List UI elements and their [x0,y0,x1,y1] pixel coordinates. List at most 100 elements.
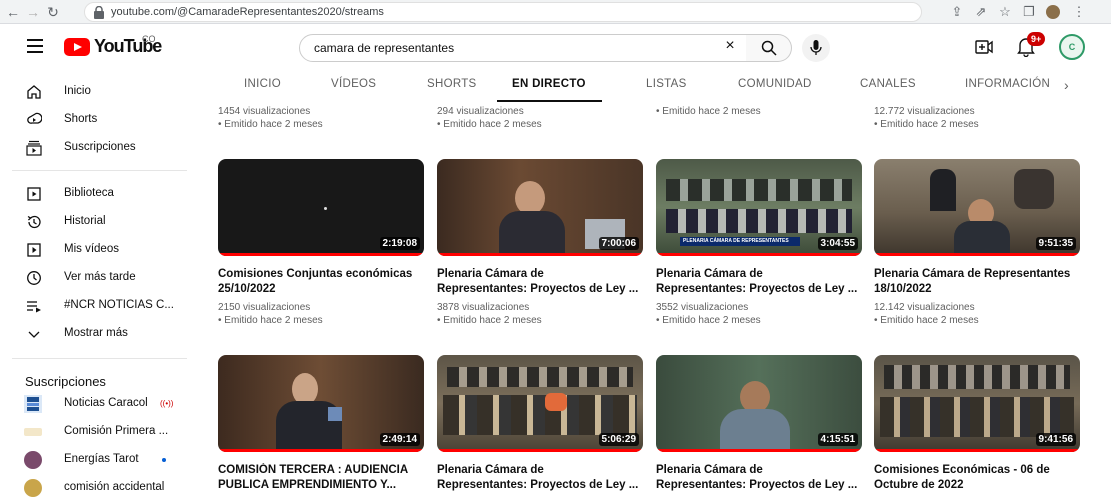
video-title[interactable]: Plenaria Cámara de Representantes: Proyec… [656,463,866,493]
account-avatar[interactable]: C [1059,34,1085,60]
sidebar-item-shorts[interactable]: Shorts [0,106,190,134]
watch-progress-bar [437,253,643,256]
reload-icon[interactable]: ↻ [44,3,62,21]
video-title[interactable]: COMISIÓN TERCERA : AUDIENCIA PUBLICA EMPR… [218,463,428,493]
video-thumbnail[interactable]: 9:41:56 [874,355,1080,452]
profile-icon[interactable] [1044,3,1062,21]
video-date: • Emitido hace 2 meses [437,315,542,326]
library-icon [27,187,41,201]
video-duration: 3:04:55 [817,237,858,250]
video-duration: 9:51:35 [1035,237,1076,250]
sidebar-item-label: Inicio [64,85,91,97]
video-thumbnail[interactable]: 9:51:35 [874,159,1080,256]
video-thumbnail[interactable]: 4:15:51 [656,355,862,452]
video-thumbnail[interactable]: 2:49:14 [218,355,424,452]
sidebar-item-show-more[interactable]: Mostrar más [0,320,190,348]
address-bar[interactable]: youtube.com/@CamaradeRepresentantes2020/… [84,2,922,22]
video-title[interactable]: Plenaria Cámara de Representantes: Proyec… [656,267,866,297]
sidebar-item-home[interactable]: Inicio [0,78,190,106]
sidebar-item-label: Comisión Primera ... [64,425,169,437]
tab-search-icon[interactable]: ❐ [1020,3,1038,21]
create-video-icon[interactable] [975,40,993,54]
watch-progress-bar [874,253,1080,256]
tab-inicio[interactable]: INICIO [244,78,281,90]
subscription-item[interactable]: Energías Tarot [0,446,190,474]
video-thumbnail[interactable]: PLENARIA CÁMARA DE REPRESENTANTES 3:04:5… [656,159,862,256]
tab-canales[interactable]: CANALES [860,78,916,90]
lock-icon [94,6,104,19]
tab-informacion[interactable]: INFORMACIÓN [965,78,1050,90]
video-views: 2150 visualizaciones [218,302,311,313]
youtube-header: YouTube CO × 9+ C [0,24,1111,72]
video-thumbnail[interactable]: 7:00:06 [437,159,643,256]
sidebar-item-history[interactable]: Historial [0,208,190,236]
tab-en-directo[interactable]: EN DIRECTO [512,78,586,90]
channel-avatar [24,395,42,413]
video-title[interactable]: Plenaria Cámara de Representantes 18/10/2… [874,267,1084,297]
video-views: 3552 visualizaciones [656,302,749,313]
sidebar-item-subscriptions[interactable]: Suscripciones [0,134,190,162]
voice-search-button[interactable] [802,34,830,62]
notification-count-badge: 9+ [1027,32,1046,46]
video-views: 3878 visualizaciones [437,302,530,313]
chevron-right-icon[interactable]: › [1064,77,1069,93]
tab-videos[interactable]: VÍDEOS [331,78,376,90]
country-code: CO [142,34,156,44]
search-icon [761,40,777,56]
hamburger-menu-icon[interactable] [27,39,43,53]
watch-progress-bar [656,253,862,256]
subscription-item[interactable]: Noticias Caracol ((•)) [0,390,190,418]
history-icon [27,215,41,229]
video-date: • Emitido hace 2 meses [437,119,542,130]
search-button[interactable] [746,34,792,62]
sidebar: Inicio Shorts Suscripciones Biblioteca H… [0,72,200,497]
sidebar-item-playlist[interactable]: #NCR NOTICIAS C... [0,292,190,320]
sidebar-item-my-videos[interactable]: Mis vídeos [0,236,190,264]
forward-icon[interactable]: → [24,3,42,21]
watch-progress-bar [656,449,862,452]
new-content-dot [162,458,166,462]
subscriptions-heading: Suscripciones [25,374,106,389]
sidebar-item-label: comisión accidental [64,481,165,493]
install-icon[interactable]: ⇪ [948,3,966,21]
tab-shorts[interactable]: SHORTS [427,78,477,90]
video-title[interactable]: Plenaria Cámara de Representantes: Proyec… [437,267,647,297]
sidebar-item-library[interactable]: Biblioteca [0,180,190,208]
subscription-item[interactable]: Comisión Primera ... [0,418,190,446]
search-box [299,34,755,62]
subscription-item[interactable]: comisión accidental [0,474,190,502]
video-thumbnail[interactable]: 5:06:29 [437,355,643,452]
sidebar-item-label: Mostrar más [64,327,128,339]
bookmark-star-icon[interactable]: ☆ [996,3,1014,21]
sidebar-item-label: Energías Tarot [64,453,139,465]
video-title[interactable]: Comisiones Conjuntas económicas 25/10/202… [218,267,428,297]
sidebar-item-label: Noticias Caracol [64,397,148,409]
video-date: • Emitido hace 2 meses [218,119,323,130]
tab-comunidad[interactable]: COMUNIDAD [738,78,812,90]
sidebar-item-label: Biblioteca [64,187,114,199]
sidebar-item-label: Shorts [64,113,98,125]
share-icon[interactable]: ⇗ [972,3,990,21]
watch-progress-bar [218,253,424,256]
microphone-icon [810,40,822,55]
watch-later-icon [27,271,41,285]
channel-avatar [24,479,42,497]
video-title[interactable]: Comisiones Económicas - 06 de Octubre de … [874,463,1084,493]
video-date: • Emitido hace 2 meses [874,315,979,326]
video-date: • Emitido hace 2 meses [656,315,761,326]
video-thumbnail[interactable]: 2:19:08 [218,159,424,256]
clear-search-icon[interactable]: × [722,38,738,54]
sidebar-item-label: Mis vídeos [64,243,119,255]
video-date: • Emitido hace 2 meses [874,119,979,130]
shorts-icon [27,112,42,124]
video-title[interactable]: Plenaria Cámara de Representantes: Proyec… [437,463,647,493]
playlist-icon [27,301,41,313]
channel-avatar [24,451,42,469]
video-views: 12.772 visualizaciones [874,106,975,117]
sidebar-item-watch-later[interactable]: Ver más tarde [0,264,190,292]
tab-listas[interactable]: LISTAS [646,78,687,90]
back-icon[interactable]: ← [4,3,22,21]
browser-menu-icon[interactable]: ⋮ [1070,3,1088,21]
search-input[interactable] [314,41,714,55]
watch-progress-bar [218,449,424,452]
